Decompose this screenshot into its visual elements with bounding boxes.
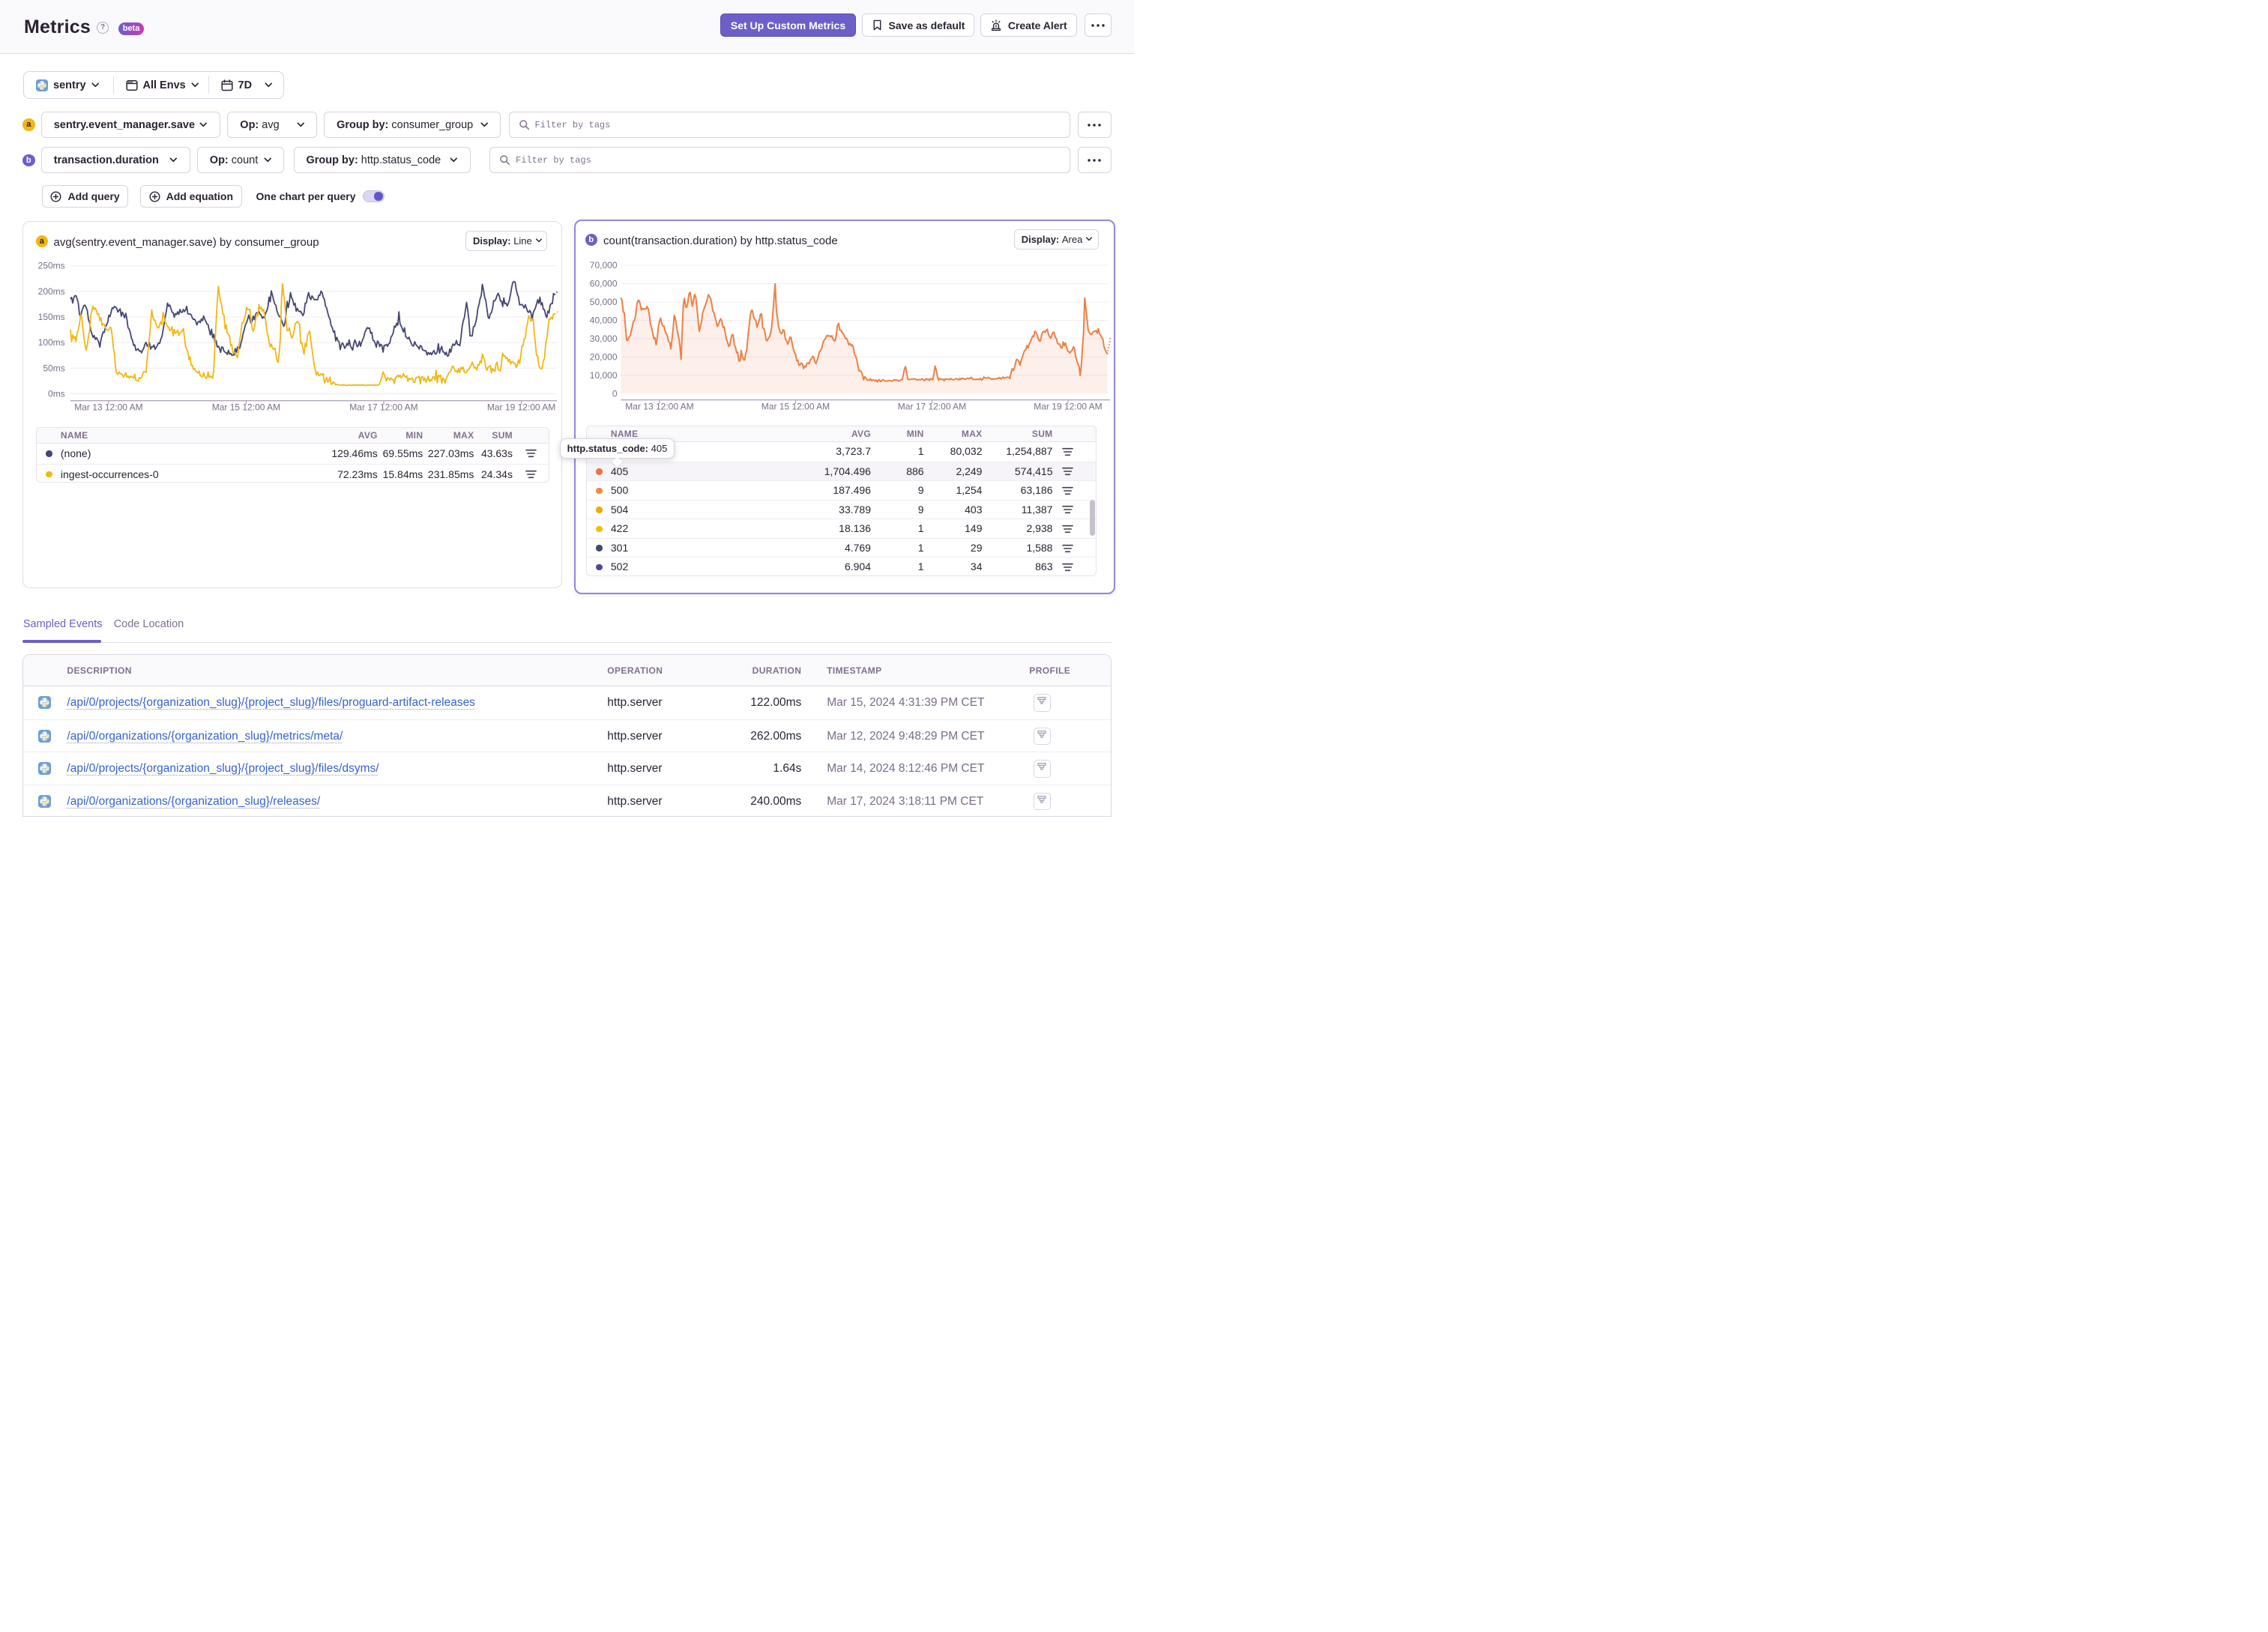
svg-text:Mar 15 12:00 AM: Mar 15 12:00 AM [212, 402, 280, 413]
svg-text:0ms: 0ms [48, 389, 65, 399]
svg-text:Mar 15 12:00 AM: Mar 15 12:00 AM [761, 402, 829, 412]
svg-text:100ms: 100ms [38, 337, 65, 348]
svg-text:0: 0 [612, 389, 617, 399]
svg-text:200ms: 200ms [38, 286, 65, 297]
svg-text:60,000: 60,000 [589, 279, 617, 289]
svg-text:70,000: 70,000 [589, 260, 617, 271]
svg-text:Mar 19 12:00 AM: Mar 19 12:00 AM [1034, 402, 1102, 412]
svg-text:Mar 13 12:00 AM: Mar 13 12:00 AM [625, 402, 693, 412]
svg-text:Mar 19 12:00 AM: Mar 19 12:00 AM [487, 402, 555, 413]
svg-text:Mar 17 12:00 AM: Mar 17 12:00 AM [897, 402, 965, 412]
svg-text:Mar 17 12:00 AM: Mar 17 12:00 AM [349, 402, 417, 413]
svg-text:10,000: 10,000 [589, 370, 617, 381]
svg-text:30,000: 30,000 [589, 333, 617, 344]
svg-text:50,000: 50,000 [589, 297, 617, 307]
svg-text:Mar 13 12:00 AM: Mar 13 12:00 AM [74, 402, 142, 413]
svg-text:50ms: 50ms [43, 363, 64, 373]
svg-text:20,000: 20,000 [589, 352, 617, 363]
svg-text:40,000: 40,000 [589, 315, 617, 326]
svg-text:250ms: 250ms [38, 261, 65, 271]
svg-text:150ms: 150ms [38, 312, 65, 322]
